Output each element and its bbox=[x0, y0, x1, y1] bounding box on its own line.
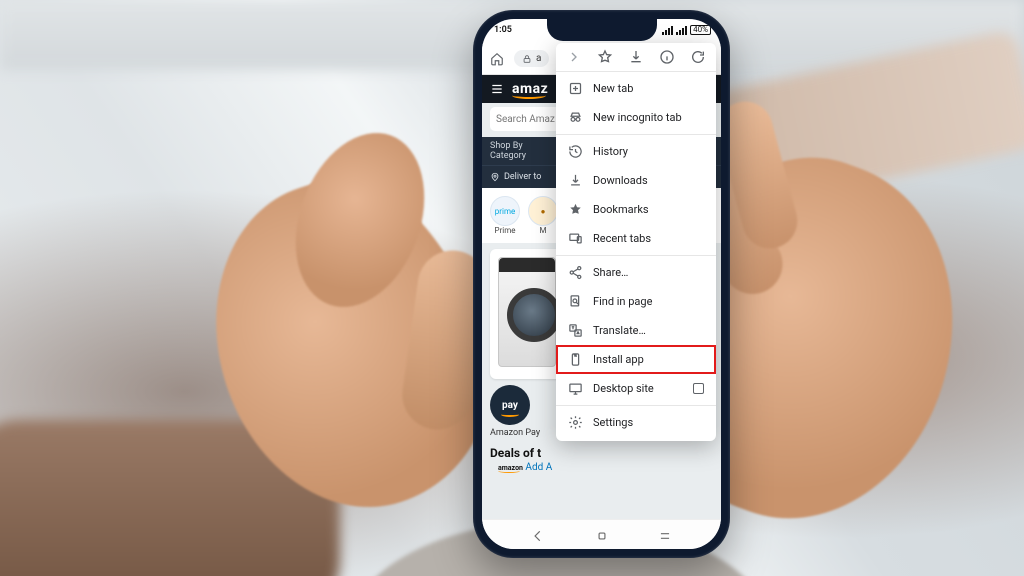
star-icon[interactable] bbox=[597, 49, 613, 65]
star-icon bbox=[568, 202, 583, 217]
menu-downloads[interactable]: Downloads bbox=[556, 166, 716, 195]
deals-heading: Deals of t bbox=[490, 446, 713, 460]
nav-home-icon[interactable] bbox=[595, 528, 609, 542]
chip-item[interactable]: ● M bbox=[528, 196, 558, 235]
amazon-pay-icon: pay bbox=[490, 385, 530, 425]
menu-incognito[interactable]: New incognito tab bbox=[556, 103, 716, 132]
menu-find-in-page[interactable]: Find in page bbox=[556, 287, 716, 316]
devices-icon bbox=[568, 231, 583, 246]
menu-translate[interactable]: Translate… bbox=[556, 316, 716, 345]
menu-install-app[interactable]: Install app bbox=[556, 345, 716, 374]
add-link[interactable]: Add A bbox=[525, 462, 552, 473]
scene-background: 1:05 40% a bbox=[0, 0, 1024, 576]
nav-back-icon[interactable] bbox=[531, 528, 545, 542]
menu-share[interactable]: Share… bbox=[556, 258, 716, 287]
share-icon bbox=[568, 265, 583, 280]
battery-indicator: 40% bbox=[690, 25, 711, 35]
menu-recent-tabs[interactable]: Recent tabs bbox=[556, 224, 716, 253]
history-icon bbox=[568, 144, 583, 159]
desktop-checkbox[interactable] bbox=[693, 383, 704, 394]
download-icon bbox=[568, 173, 583, 188]
location-icon bbox=[490, 172, 500, 182]
address-bar[interactable]: a bbox=[514, 50, 549, 67]
home-icon[interactable] bbox=[490, 52, 504, 66]
menu-separator bbox=[556, 71, 716, 72]
find-icon bbox=[568, 294, 583, 309]
menu-new-tab[interactable]: New tab bbox=[556, 74, 716, 103]
translate-icon bbox=[568, 323, 583, 338]
android-nav-bar bbox=[482, 519, 721, 549]
refresh-icon[interactable] bbox=[690, 49, 706, 65]
menu-action-row bbox=[556, 43, 716, 69]
status-time: 1:05 bbox=[494, 25, 512, 35]
menu-history[interactable]: History bbox=[556, 137, 716, 166]
amazon-pay-label: Amazon Pay bbox=[490, 428, 540, 438]
hamburger-icon[interactable] bbox=[490, 82, 504, 96]
signal-icon bbox=[676, 26, 687, 35]
menu-separator bbox=[556, 134, 716, 135]
forward-icon[interactable] bbox=[566, 49, 582, 65]
menu-desktop-site[interactable]: Desktop site bbox=[556, 374, 716, 403]
menu-bookmarks[interactable]: Bookmarks bbox=[556, 195, 716, 224]
phone-notch bbox=[547, 19, 657, 41]
browser-overflow-menu: New tab New incognito tab History Downlo… bbox=[556, 43, 716, 441]
menu-separator bbox=[556, 255, 716, 256]
appliance-image bbox=[498, 257, 556, 367]
incognito-icon bbox=[568, 110, 583, 125]
phone-screen: 1:05 40% a bbox=[482, 19, 721, 549]
signal-icon bbox=[662, 26, 673, 35]
info-icon[interactable] bbox=[659, 49, 675, 65]
desktop-icon bbox=[568, 381, 583, 396]
phone-frame: 1:05 40% a bbox=[473, 10, 730, 558]
amazon-mini-logo: amazon bbox=[498, 464, 523, 472]
menu-separator bbox=[556, 405, 716, 406]
download-icon[interactable] bbox=[628, 49, 644, 65]
search-placeholder: Search Amaz bbox=[496, 114, 555, 125]
amazon-logo[interactable]: amaz bbox=[512, 81, 548, 97]
nav-recents-icon[interactable] bbox=[658, 528, 672, 542]
url-text: a bbox=[536, 53, 541, 64]
gear-icon bbox=[568, 415, 583, 430]
plus-square-icon bbox=[568, 81, 583, 96]
prime-chip[interactable]: prime Prime bbox=[490, 196, 520, 235]
install-icon bbox=[568, 352, 583, 367]
menu-settings[interactable]: Settings bbox=[556, 408, 716, 437]
lock-icon bbox=[522, 54, 532, 64]
